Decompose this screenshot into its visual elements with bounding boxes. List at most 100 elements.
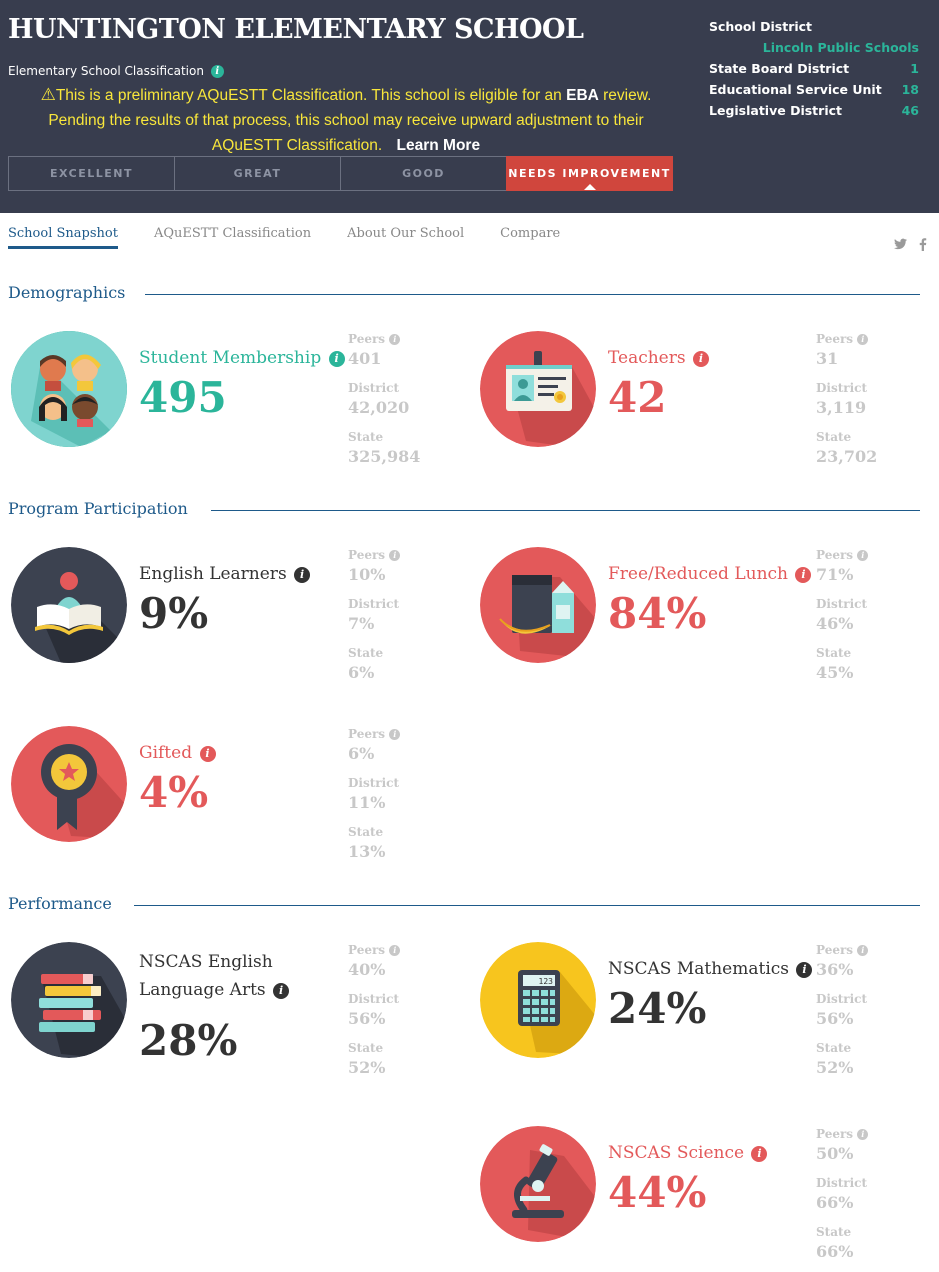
school-district-label-row: School District (709, 16, 919, 37)
peers-value: 31 (816, 349, 839, 368)
tab-aquestt-classification[interactable]: AQuESTT Classification (154, 226, 311, 249)
info-icon[interactable]: i (210, 65, 224, 78)
classification-great: GREAT (174, 156, 341, 191)
books-icon (11, 942, 127, 1058)
info-icon[interactable]: i (389, 945, 401, 956)
peers-label-text: Peers (816, 943, 854, 957)
metric-value: 4% (139, 768, 209, 817)
peers-label: Peers i (348, 726, 438, 742)
peers-value: 10% (348, 565, 386, 584)
district-value: 56% (348, 1009, 386, 1028)
peers-value: 71% (816, 565, 854, 584)
district-label: District (816, 1176, 867, 1190)
peers-label: Peers i (348, 942, 438, 958)
metric-label: Free/Reduced Lunch i (608, 564, 812, 584)
info-icon[interactable]: i (389, 729, 401, 740)
comparison-nscas-math: Peers i 36% District 56% State 52% (816, 942, 906, 1089)
metric-value: 44% (608, 1168, 707, 1217)
district-label: District (348, 381, 399, 395)
facebook-icon[interactable] (919, 238, 927, 251)
info-icon[interactable]: i (857, 1129, 869, 1140)
metric-value: 84% (608, 589, 707, 638)
peers-label-text: Peers (816, 332, 854, 346)
state-label: State (816, 1041, 852, 1055)
tab-compare[interactable]: Compare (500, 226, 560, 249)
info-icon[interactable]: i (273, 983, 290, 999)
metric-value: 9% (139, 589, 209, 638)
metric-label-text: Student Membership (139, 348, 322, 368)
comparison-nscas-ela: Peers i 40% District 56% State 52% (348, 942, 438, 1089)
info-icon[interactable]: i (795, 567, 812, 583)
tab-about-our-school[interactable]: About Our School (347, 226, 464, 249)
district-label: District (348, 992, 399, 1006)
classification-good: GOOD (340, 156, 507, 191)
peers-value: 50% (816, 1144, 854, 1163)
district-info: School District Lincoln Public Schools S… (709, 16, 919, 121)
district-value: 3,119 (816, 398, 867, 417)
lunch-icon (480, 547, 596, 663)
peers-value: 36% (816, 960, 854, 979)
row-value: 46 (901, 103, 919, 118)
twitter-icon[interactable] (894, 238, 907, 250)
peers-label-text: Peers (348, 548, 386, 562)
row-label: Legislative District (709, 103, 842, 118)
peers-label-text: Peers (348, 332, 386, 346)
metric-label-text: Teachers (608, 348, 686, 368)
info-icon[interactable]: i (389, 550, 401, 561)
info-icon[interactable]: i (857, 945, 869, 956)
comparison-free-reduced-lunch: Peers i 71% District 46% State 45% (816, 547, 906, 694)
state-label: State (816, 1225, 852, 1239)
peers-label-text: Peers (348, 943, 386, 957)
metric-label-text: Gifted (139, 743, 193, 763)
calculator-icon: 123 (480, 942, 596, 1058)
state-value: 325,984 (348, 447, 421, 466)
info-icon[interactable]: i (751, 1146, 768, 1162)
state-value: 52% (348, 1058, 386, 1077)
learn-more-link[interactable]: Learn More (397, 137, 481, 154)
row-value: 1 (910, 61, 919, 76)
district-label: District (816, 992, 867, 1006)
info-icon[interactable]: i (294, 567, 311, 583)
metric-label-text: NSCAS Science (608, 1143, 745, 1163)
row-label: Educational Service Unit (709, 82, 882, 97)
metric-label-text: NSCAS English Language Arts (139, 952, 273, 1000)
info-icon[interactable]: i (693, 351, 710, 367)
section-title-demographics: Demographics (8, 283, 140, 302)
section-tabs: School Snapshot AQuESTT Classification A… (8, 226, 596, 249)
notice-text-1: This is a preliminary AQuESTT Classifica… (55, 87, 567, 104)
district-value: 56% (816, 1009, 854, 1028)
peers-label-text: Peers (348, 727, 386, 741)
metric-label: Student Membership i (139, 348, 345, 368)
metric-label: NSCAS English Language Arts i (139, 948, 309, 1004)
state-board-district-row: State Board District 1 (709, 58, 919, 79)
state-label: State (348, 646, 384, 660)
info-icon[interactable]: i (328, 351, 345, 367)
info-icon[interactable]: i (857, 550, 869, 561)
tab-school-snapshot[interactable]: School Snapshot (8, 226, 118, 249)
metric-label-text: Free/Reduced Lunch (608, 564, 788, 584)
info-icon[interactable]: i (389, 334, 401, 345)
info-icon[interactable]: i (796, 962, 813, 978)
comparison-gifted: Peers i 6% District 11% State 13% (348, 726, 438, 873)
metric-label: NSCAS Mathematics i (608, 959, 813, 979)
peers-label: Peers i (816, 1126, 906, 1142)
microscope-icon (480, 1126, 596, 1242)
metric-label-text: English Learners (139, 564, 287, 584)
peers-value: 6% (348, 744, 375, 763)
school-header: HUNTINGTON ELEMENTARY SCHOOL Elementary … (0, 0, 939, 213)
metric-label: Gifted i (139, 743, 216, 763)
metric-label: English Learners i (139, 564, 311, 584)
district-value: 42,020 (348, 398, 410, 417)
calculator-display: 123 (539, 977, 554, 986)
metric-value: 24% (608, 984, 707, 1033)
info-icon[interactable]: i (199, 746, 216, 762)
school-district-value[interactable]: Lincoln Public Schools (709, 37, 919, 58)
comparison-student-membership: Peers i 401 District 42,020 State 325,98… (348, 331, 438, 478)
notice-eba: EBA (566, 87, 599, 104)
comparison-nscas-science: Peers i 50% District 66% State 66% (816, 1126, 906, 1272)
legislative-district-row: Legislative District 46 (709, 100, 919, 121)
state-value: 6% (348, 663, 375, 682)
peers-label: Peers i (816, 331, 906, 347)
state-value: 45% (816, 663, 854, 682)
info-icon[interactable]: i (857, 334, 869, 345)
